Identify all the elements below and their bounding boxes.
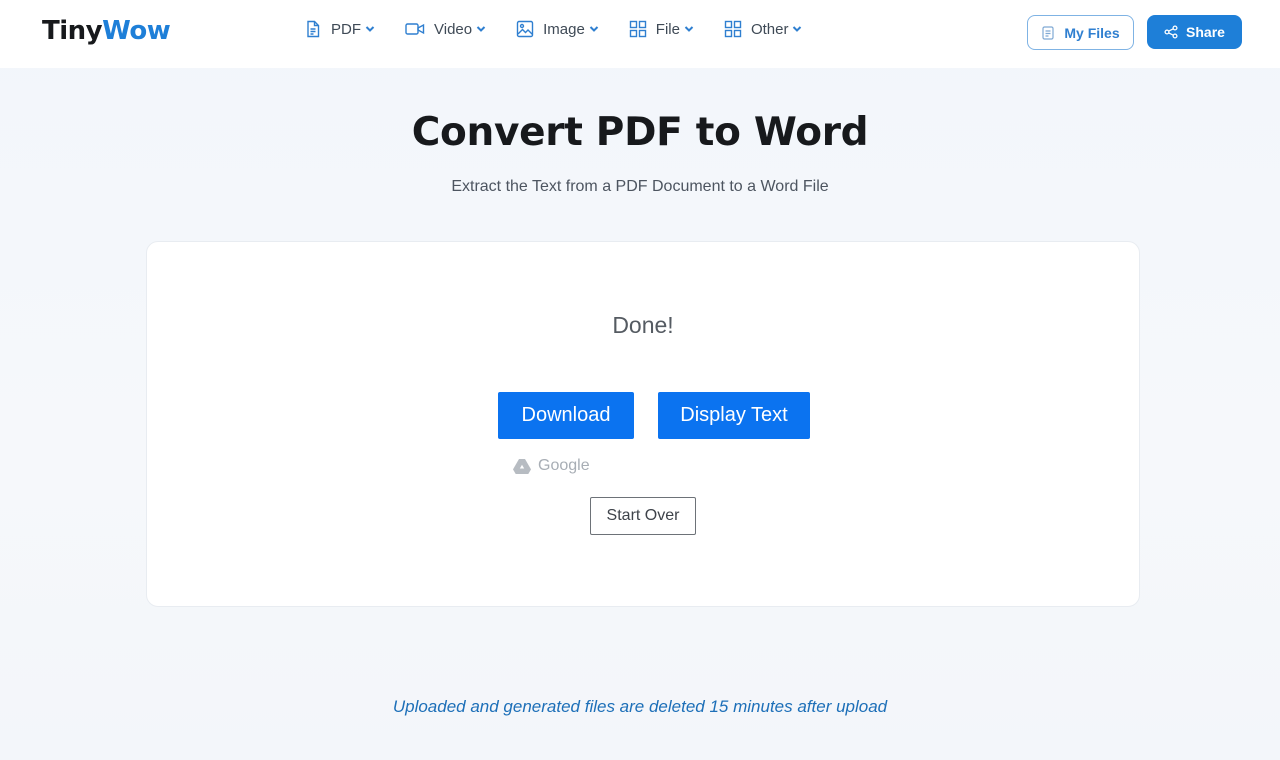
google-drive-button[interactable]: Google xyxy=(513,456,590,476)
nav-video[interactable]: Video xyxy=(405,20,486,38)
nav-pdf[interactable]: PDF xyxy=(304,20,375,38)
share-button[interactable]: Share xyxy=(1147,15,1242,49)
my-files-label: My Files xyxy=(1064,24,1120,41)
video-camera-icon xyxy=(405,23,425,35)
page-title: Convert PDF to Word xyxy=(411,110,869,155)
nav-label: File xyxy=(655,20,680,38)
nav-label: Other xyxy=(750,20,789,38)
logo-text-tiny: Tiny xyxy=(42,16,103,46)
grid-icon xyxy=(629,20,646,38)
top-header: TinyWow PDF Video Image File Other My Fi… xyxy=(0,0,1280,68)
share-label: Share xyxy=(1186,24,1225,40)
start-over-button[interactable]: Start Over xyxy=(590,497,696,535)
google-drive-label: Google xyxy=(538,457,590,474)
share-icon xyxy=(1164,25,1178,39)
nav-image[interactable]: Image xyxy=(516,20,599,38)
image-icon xyxy=(516,20,534,38)
status-text: Done! xyxy=(612,312,674,338)
display-text-button[interactable]: Display Text xyxy=(658,392,810,439)
grid-icon xyxy=(724,20,742,38)
nav-label: Image xyxy=(543,20,585,38)
tinywow-logo[interactable]: TinyWow xyxy=(42,16,171,46)
my-files-button[interactable]: My Files xyxy=(1027,15,1134,50)
file-list-icon xyxy=(1042,25,1054,40)
chevron-down-icon xyxy=(793,26,802,32)
chevron-down-icon xyxy=(365,26,375,32)
chevron-down-icon xyxy=(684,26,694,32)
page-subtitle: Extract the Text from a PDF Document to … xyxy=(451,178,829,195)
nav-label: PDF xyxy=(331,20,361,38)
deletion-notice: Uploaded and generated files are deleted… xyxy=(392,697,888,716)
nav-label: Video xyxy=(434,20,473,38)
google-drive-icon xyxy=(513,459,531,474)
nav-other[interactable]: Other xyxy=(724,20,803,38)
download-button[interactable]: Download xyxy=(498,392,634,439)
chevron-down-icon xyxy=(589,26,599,32)
main-nav: PDF Video Image File Other xyxy=(304,18,832,40)
nav-file[interactable]: File xyxy=(629,20,694,38)
result-card: Done! Download Display Text Google Start… xyxy=(146,241,1140,607)
document-icon xyxy=(307,20,320,38)
logo-text-wow: Wow xyxy=(102,16,171,46)
chevron-down-icon xyxy=(476,26,486,32)
